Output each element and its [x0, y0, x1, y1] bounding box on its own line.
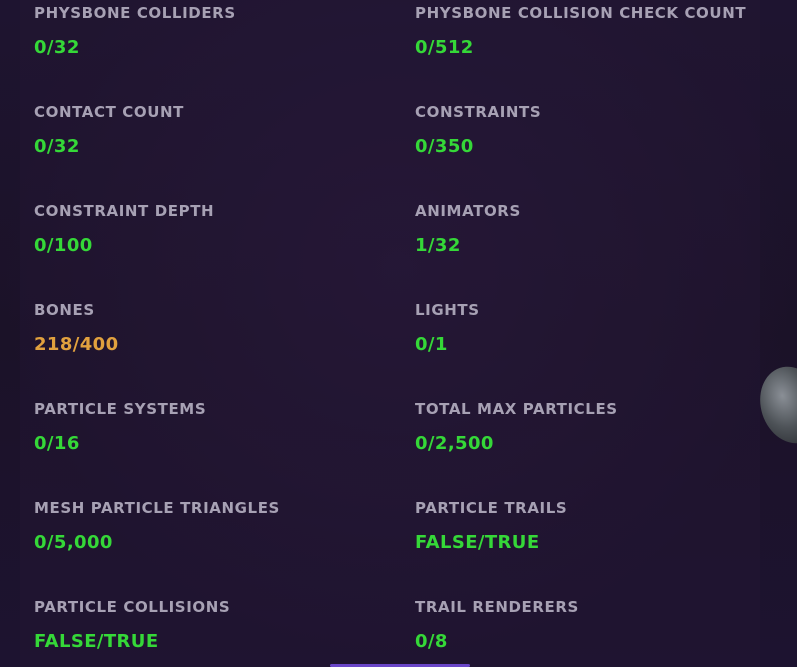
stat-label: PHYSBONE COLLISION CHECK COUNT — [415, 4, 747, 22]
stats-row: PARTICLE COLLISIONS FALSE/TRUE TRAIL REN… — [0, 594, 797, 667]
stat-value: 0/350 — [415, 136, 474, 157]
stat-label: LIGHTS — [415, 301, 480, 319]
stat-label: CONSTRAINT DEPTH — [34, 202, 215, 220]
stat-value: 0/32 — [34, 136, 80, 157]
stat-value: 0/2,500 — [415, 433, 494, 454]
stat-label: PARTICLE SYSTEMS — [34, 400, 207, 418]
stat-label: PARTICLE TRAILS — [415, 499, 568, 517]
performance-stats-grid: PHYSBONE COLLIDERS 0/32 PHYSBONE COLLISI… — [0, 0, 797, 667]
stat-label: MESH PARTICLE TRIANGLES — [34, 499, 280, 517]
stats-row: MESH PARTICLE TRIANGLES 0/5,000 PARTICLE… — [0, 495, 797, 594]
stat-value: 0/100 — [34, 235, 93, 256]
stats-row: PARTICLE SYSTEMS 0/16 TOTAL MAX PARTICLE… — [0, 396, 797, 495]
stat-value: 0/512 — [415, 37, 474, 58]
stat-label: BONES — [34, 301, 95, 319]
stat-value: FALSE/TRUE — [415, 532, 540, 553]
stat-label: ANIMATORS — [415, 202, 521, 220]
stat-value: 0/8 — [415, 631, 448, 652]
stat-label: CONSTRAINTS — [415, 103, 542, 121]
stats-row: CONSTRAINT DEPTH 0/100 ANIMATORS 1/32 — [0, 198, 797, 297]
stat-value: 218/400 — [34, 334, 119, 355]
stat-label: TOTAL MAX PARTICLES — [415, 400, 618, 418]
stats-row: CONTACT COUNT 0/32 CONSTRAINTS 0/350 — [0, 99, 797, 198]
stat-value: 0/1 — [415, 334, 448, 355]
stat-value: 0/32 — [34, 37, 80, 58]
stat-value: 0/5,000 — [34, 532, 113, 553]
stat-label: PHYSBONE COLLIDERS — [34, 4, 236, 22]
stats-row: PHYSBONE COLLIDERS 0/32 PHYSBONE COLLISI… — [0, 0, 797, 99]
stat-label: CONTACT COUNT — [34, 103, 184, 121]
stat-value: FALSE/TRUE — [34, 631, 159, 652]
stat-value: 0/16 — [34, 433, 80, 454]
stat-label: PARTICLE COLLISIONS — [34, 598, 231, 616]
stat-label: TRAIL RENDERERS — [415, 598, 579, 616]
stat-value: 1/32 — [415, 235, 461, 256]
stats-row: BONES 218/400 LIGHTS 0/1 — [0, 297, 797, 396]
